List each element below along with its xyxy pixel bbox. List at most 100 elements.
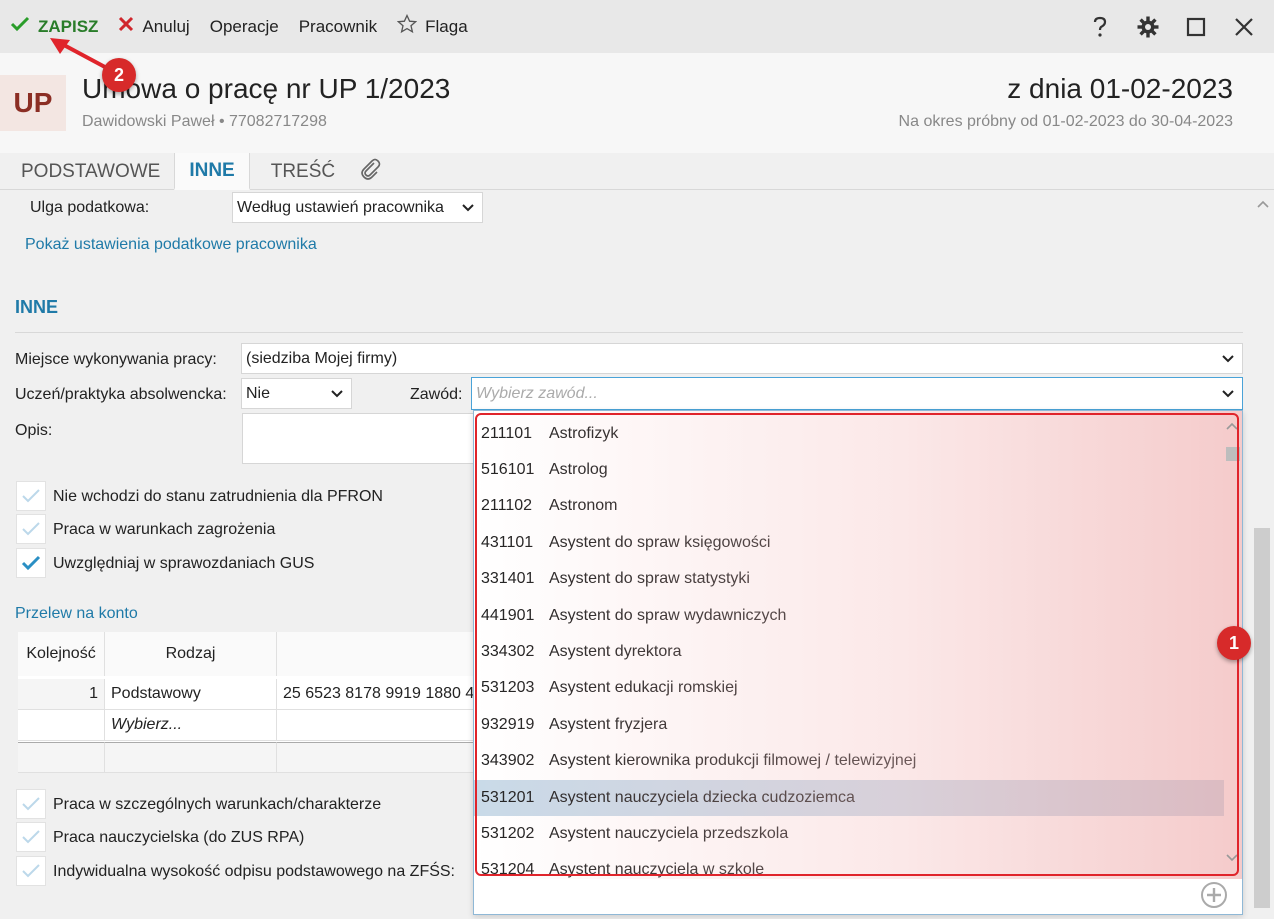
star-icon xyxy=(396,13,418,39)
apprentice-label: Uczeń/praktyka absolwencka: xyxy=(15,386,227,403)
tab-tresc[interactable]: TREŚĆ xyxy=(250,153,349,190)
cell-order-empty[interactable] xyxy=(18,710,105,741)
chevron-up-icon[interactable] xyxy=(1257,200,1269,208)
document-title: Umowa o pracę nr UP 1/2023 xyxy=(82,73,451,104)
occupation-dropdown: 211101 Astrofizyk 516101 Astrolog 211102 As… xyxy=(473,410,1243,915)
tab-inne[interactable]: INNE xyxy=(174,153,250,190)
annotation-badge-2: 2 xyxy=(102,58,136,92)
cell-account[interactable]: 25 6523 8178 9919 1880 4 xyxy=(277,679,478,710)
tab-attachments[interactable] xyxy=(349,153,391,190)
employee-info: Dawidowski Paweł • 77082717298 xyxy=(82,113,327,130)
workplace-value: (siedziba Mojej firmy) xyxy=(246,349,398,367)
checkmark-icon xyxy=(22,830,40,844)
teacher-work-checkbox[interactable] xyxy=(16,822,46,852)
gus-checkbox[interactable] xyxy=(16,548,46,578)
special-conditions-label: Praca w szczególnych warunkach/charakter… xyxy=(53,796,382,813)
list-item[interactable]: 531203 Asystent edukacji romskiej xyxy=(474,670,1224,706)
chevron-down-icon xyxy=(331,389,343,397)
pfron-checkbox[interactable] xyxy=(16,481,46,511)
save-button[interactable]: ZAPISZ xyxy=(0,0,108,53)
transfer-table: Kolejność Rodzaj 1 Podstawowy 25 6523 81… xyxy=(18,632,478,773)
operations-label: Operacje xyxy=(209,16,279,36)
document-type-badge: UP xyxy=(0,75,66,131)
list-item[interactable]: 531202 Asystent nauczyciela przedszkola xyxy=(474,816,1224,852)
list-item[interactable]: 334302 Asystent dyrektora xyxy=(474,634,1224,670)
list-item-selected[interactable]: 531201 Asystent nauczyciela dziecka cudzo… xyxy=(474,780,1224,816)
cell-account-empty[interactable] xyxy=(277,710,478,741)
checkmark-icon xyxy=(10,16,30,37)
dropdown-scrollbar-thumb[interactable] xyxy=(1226,447,1240,461)
main-scrollbar-thumb[interactable] xyxy=(1254,528,1270,908)
list-item[interactable]: 331401 Asystent do spraw statystyki xyxy=(474,561,1224,597)
cancel-label: Anuluj xyxy=(142,16,190,36)
list-item[interactable]: 211102 Astronom xyxy=(474,488,1224,524)
occupation-label: Zawód: xyxy=(410,386,463,403)
section-title-inne: INNE xyxy=(15,297,59,317)
zfss-label: Indywidualna wysokość odpisu podstawoweg… xyxy=(53,863,455,880)
cell-type[interactable]: Podstawowy xyxy=(105,679,277,710)
maximize-icon[interactable] xyxy=(1184,15,1208,39)
footer-cell xyxy=(18,742,105,773)
chevron-down-icon[interactable] xyxy=(1224,851,1240,865)
document-date: z dnia 01-02-2023 xyxy=(1007,73,1233,104)
close-red-icon xyxy=(118,16,134,37)
teacher-work-label: Praca nauczycielska (do ZUS RPA) xyxy=(53,829,305,846)
occupation-placeholder: Wybierz zawód... xyxy=(476,384,598,402)
section-divider xyxy=(15,332,1243,333)
hazard-label: Praca w warunkach zagrożenia xyxy=(53,521,276,538)
tax-relief-value: Według ustawień pracownika xyxy=(237,198,444,216)
column-header-account[interactable] xyxy=(277,632,478,676)
tab-bar: PODSTAWOWE INNE TREŚĆ xyxy=(0,153,1274,190)
list-item[interactable]: 431101 Asystent do spraw księgowości xyxy=(474,525,1224,561)
cancel-button[interactable]: Anuluj xyxy=(108,0,199,53)
description-label: Opis: xyxy=(15,422,53,439)
close-icon[interactable] xyxy=(1232,15,1256,39)
transfer-link[interactable]: Przelew na konto xyxy=(15,605,138,623)
tax-relief-label: Ulga podatkowa: xyxy=(30,199,150,216)
zfss-checkbox[interactable] xyxy=(16,856,46,886)
checkmark-icon xyxy=(21,555,41,571)
list-item[interactable]: 516101 Astrolog xyxy=(474,452,1224,488)
add-circle-icon[interactable] xyxy=(1200,881,1228,909)
document-header: UP Umowa o pracę nr UP 1/2023 Dawidowski… xyxy=(0,53,1274,153)
tax-relief-select[interactable]: Według ustawień pracownika xyxy=(232,192,483,223)
occupation-combobox[interactable]: Wybierz zawód... xyxy=(471,377,1243,410)
apprentice-select[interactable]: Nie xyxy=(241,378,352,409)
list-item[interactable]: 343902 Asystent kierownika produkcji film… xyxy=(474,743,1224,779)
pfron-label: Nie wchodzi do stanu zatrudnienia dla PF… xyxy=(53,488,383,505)
checkmark-icon xyxy=(22,797,40,811)
gear-icon[interactable] xyxy=(1136,15,1160,39)
hazard-checkbox[interactable] xyxy=(16,514,46,544)
contract-period: Na okres próbny od 01-02-2023 do 30-04-2… xyxy=(898,113,1233,130)
tab-podstawowe[interactable]: PODSTAWOWE xyxy=(0,153,174,190)
checkmark-icon xyxy=(22,864,40,878)
checkmark-icon xyxy=(22,489,40,503)
help-icon[interactable] xyxy=(1088,15,1112,39)
workplace-select[interactable]: (siedziba Mojej firmy) xyxy=(241,343,1243,374)
chevron-down-icon xyxy=(1222,389,1234,397)
employee-menu[interactable]: Pracownik xyxy=(289,0,387,53)
workplace-label: Miejsce wykonywania pracy: xyxy=(15,351,217,368)
chevron-down-icon xyxy=(462,203,474,211)
checkmark-icon xyxy=(22,522,40,536)
apprentice-value: Nie xyxy=(246,384,271,402)
cell-order[interactable]: 1 xyxy=(18,679,105,710)
flag-label: Flaga xyxy=(425,16,468,36)
chevron-up-icon[interactable] xyxy=(1224,419,1240,433)
list-item[interactable]: 441901 Asystent do spraw wydawniczych xyxy=(474,598,1224,634)
column-header-order[interactable]: Kolejność xyxy=(18,632,105,676)
footer-cell xyxy=(105,742,277,773)
operations-menu[interactable]: Operacje xyxy=(200,0,289,53)
list-item[interactable]: 932919 Asystent fryzjera xyxy=(474,707,1224,743)
footer-cell xyxy=(277,742,478,773)
chevron-down-icon xyxy=(1222,354,1234,362)
special-conditions-checkbox[interactable] xyxy=(16,789,46,819)
cell-type-select[interactable]: Wybierz... xyxy=(105,710,277,741)
tax-settings-link[interactable]: Pokaż ustawienia podatkowe pracownika xyxy=(25,236,317,254)
flag-button[interactable]: Flaga xyxy=(387,0,478,53)
list-item[interactable]: 211101 Astrofizyk xyxy=(474,416,1224,452)
toolbar: ZAPISZ Anuluj Operacje Pracownik Flaga xyxy=(0,0,1274,53)
list-item[interactable]: 531204 Asystent nauczyciela w szkole xyxy=(474,852,1224,888)
description-textarea[interactable] xyxy=(242,413,482,464)
column-header-type[interactable]: Rodzaj xyxy=(105,632,277,676)
